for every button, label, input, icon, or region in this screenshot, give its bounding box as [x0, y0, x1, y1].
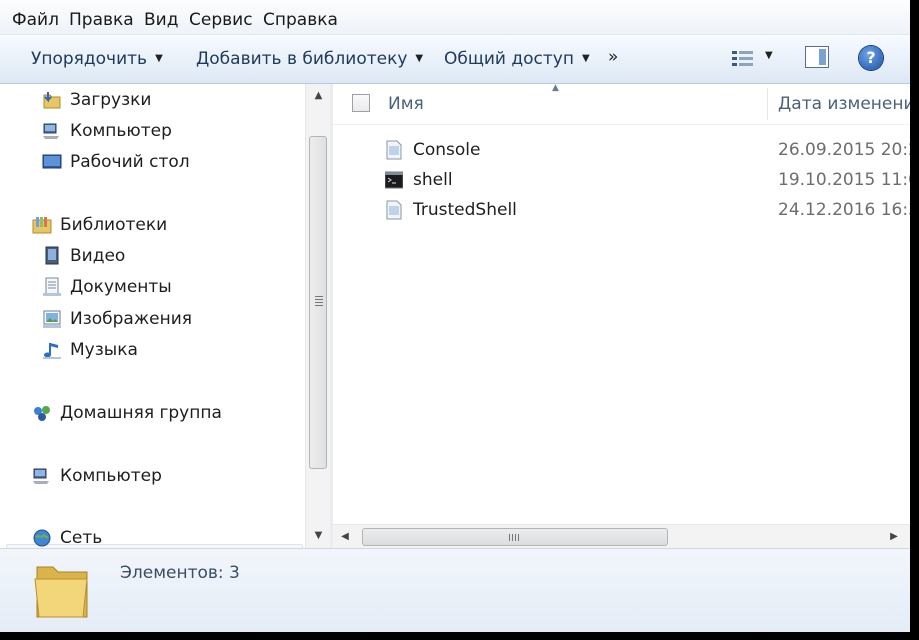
column-header: ▲ Имя Дата изменения: [333, 83, 910, 125]
dropdown-arrow-icon: ▼: [155, 53, 163, 64]
menu-file[interactable]: Файл: [12, 9, 59, 31]
computer-icon: [33, 468, 49, 484]
preview-pane-icon[interactable]: [805, 46, 829, 68]
organize-button[interactable]: Упорядочить ▼: [31, 48, 163, 70]
sort-indicator-icon: ▲: [552, 83, 559, 93]
nav-label: Изображения: [70, 309, 193, 329]
file-icon: [386, 140, 402, 160]
network-icon: [33, 529, 51, 547]
file-row-console[interactable]: Console 26.09.2015 20:25: [333, 135, 910, 165]
computer-icon: [43, 123, 59, 139]
navigation-scroll-thumb[interactable]: [309, 136, 327, 469]
desktop-icon: [42, 154, 62, 169]
scroll-grip: [509, 534, 510, 541]
navigation-pane: Загрузки Компьютер Рабочий стол Библиоте…: [0, 84, 305, 574]
nav-label: Библиотеки: [60, 215, 168, 235]
scroll-left-arrow-icon[interactable]: ◀: [333, 527, 357, 547]
dropdown-arrow-icon: ▼: [581, 53, 590, 64]
nav-label: Рабочий стол: [70, 152, 190, 172]
add-to-library-label: Добавить в библиотеку: [196, 49, 408, 69]
nav-label: Документы: [70, 277, 172, 297]
images-icon: [43, 310, 61, 328]
music-icon: [43, 343, 61, 359]
scroll-grip: [315, 299, 323, 300]
scroll-up-arrow-icon[interactable]: ▲: [306, 86, 331, 106]
horizontal-scrollbar[interactable]: ◀ ▶: [333, 524, 910, 549]
nav-label: Музыка: [70, 340, 138, 360]
documents-icon: [43, 277, 61, 296]
file-date: 26.09.2015 20:25: [778, 140, 910, 160]
file-icon: [386, 200, 402, 220]
nav-label: Загрузки: [70, 90, 152, 110]
command-bar: Упорядочить ▼ Добавить в библиотеку ▼ Общи…: [0, 35, 910, 84]
libraries-icon: [32, 217, 52, 234]
nav-label: Компьютер: [60, 466, 162, 486]
file-name: TrustedShell: [413, 200, 517, 220]
scroll-grip: [512, 534, 513, 541]
details-pane: Элементов: 3: [0, 548, 910, 632]
view-dropdown-arrow-icon[interactable]: ▼: [765, 50, 773, 61]
scroll-right-arrow-icon[interactable]: ▶: [882, 527, 906, 547]
scroll-grip: [518, 534, 519, 541]
scroll-grip: [315, 302, 323, 303]
dropdown-arrow-icon: ▼: [415, 53, 424, 64]
downloads-folder-icon: [43, 92, 61, 109]
scroll-down-arrow-icon[interactable]: ▼: [306, 526, 331, 546]
horizontal-scroll-thumb[interactable]: [362, 528, 668, 546]
homegroup-icon: [34, 406, 50, 421]
share-button[interactable]: Общий доступ ▼: [444, 48, 590, 70]
file-row-shell[interactable]: shell 19.10.2015 11:07: [333, 165, 910, 195]
help-icon[interactable]: ?: [859, 46, 883, 70]
select-all-checkbox[interactable]: [352, 94, 370, 112]
scroll-grip: [315, 305, 323, 306]
add-to-library-button[interactable]: Добавить в библиотеку ▼: [196, 48, 423, 70]
folder-icon: [34, 566, 88, 618]
menu-bar: Файл Правка Вид Сервис Справка: [0, 0, 910, 35]
organize-label: Упорядочить: [31, 49, 148, 69]
menu-tools[interactable]: Сервис: [189, 9, 253, 31]
console-icon: [385, 171, 403, 189]
explorer-window: Файл Правка Вид Сервис Справка Упорядочи…: [0, 0, 910, 632]
view-options-icon[interactable]: [731, 49, 755, 69]
item-count: Элементов: 3: [120, 563, 240, 583]
scroll-grip: [515, 534, 516, 541]
file-name: Console: [413, 140, 481, 160]
video-icon: [45, 246, 59, 265]
menu-edit[interactable]: Правка: [69, 9, 134, 31]
menu-view[interactable]: Вид: [144, 9, 178, 31]
file-date: 24.12.2016 16:34: [778, 200, 910, 220]
share-label: Общий доступ: [444, 49, 574, 69]
file-list: ▲ Имя Дата изменения Console 26.09.2015 …: [333, 83, 910, 524]
file-name: shell: [413, 170, 453, 190]
navigation-scrollbar[interactable]: ▲ ▼: [305, 84, 331, 548]
nav-label: Компьютер: [70, 121, 172, 141]
column-date-modified[interactable]: Дата изменения: [778, 94, 910, 114]
more-commands-button[interactable]: »: [608, 47, 618, 67]
column-name[interactable]: Имя: [388, 94, 424, 114]
nav-label: Домашняя группа: [60, 403, 222, 423]
file-date: 19.10.2015 11:07: [778, 170, 910, 190]
nav-label: Видео: [70, 246, 126, 266]
file-row-trustedshell[interactable]: TrustedShell 24.12.2016 16:34: [333, 195, 910, 225]
column-separator[interactable]: [767, 88, 768, 120]
menu-help[interactable]: Справка: [263, 9, 338, 31]
scroll-grip: [315, 296, 323, 297]
